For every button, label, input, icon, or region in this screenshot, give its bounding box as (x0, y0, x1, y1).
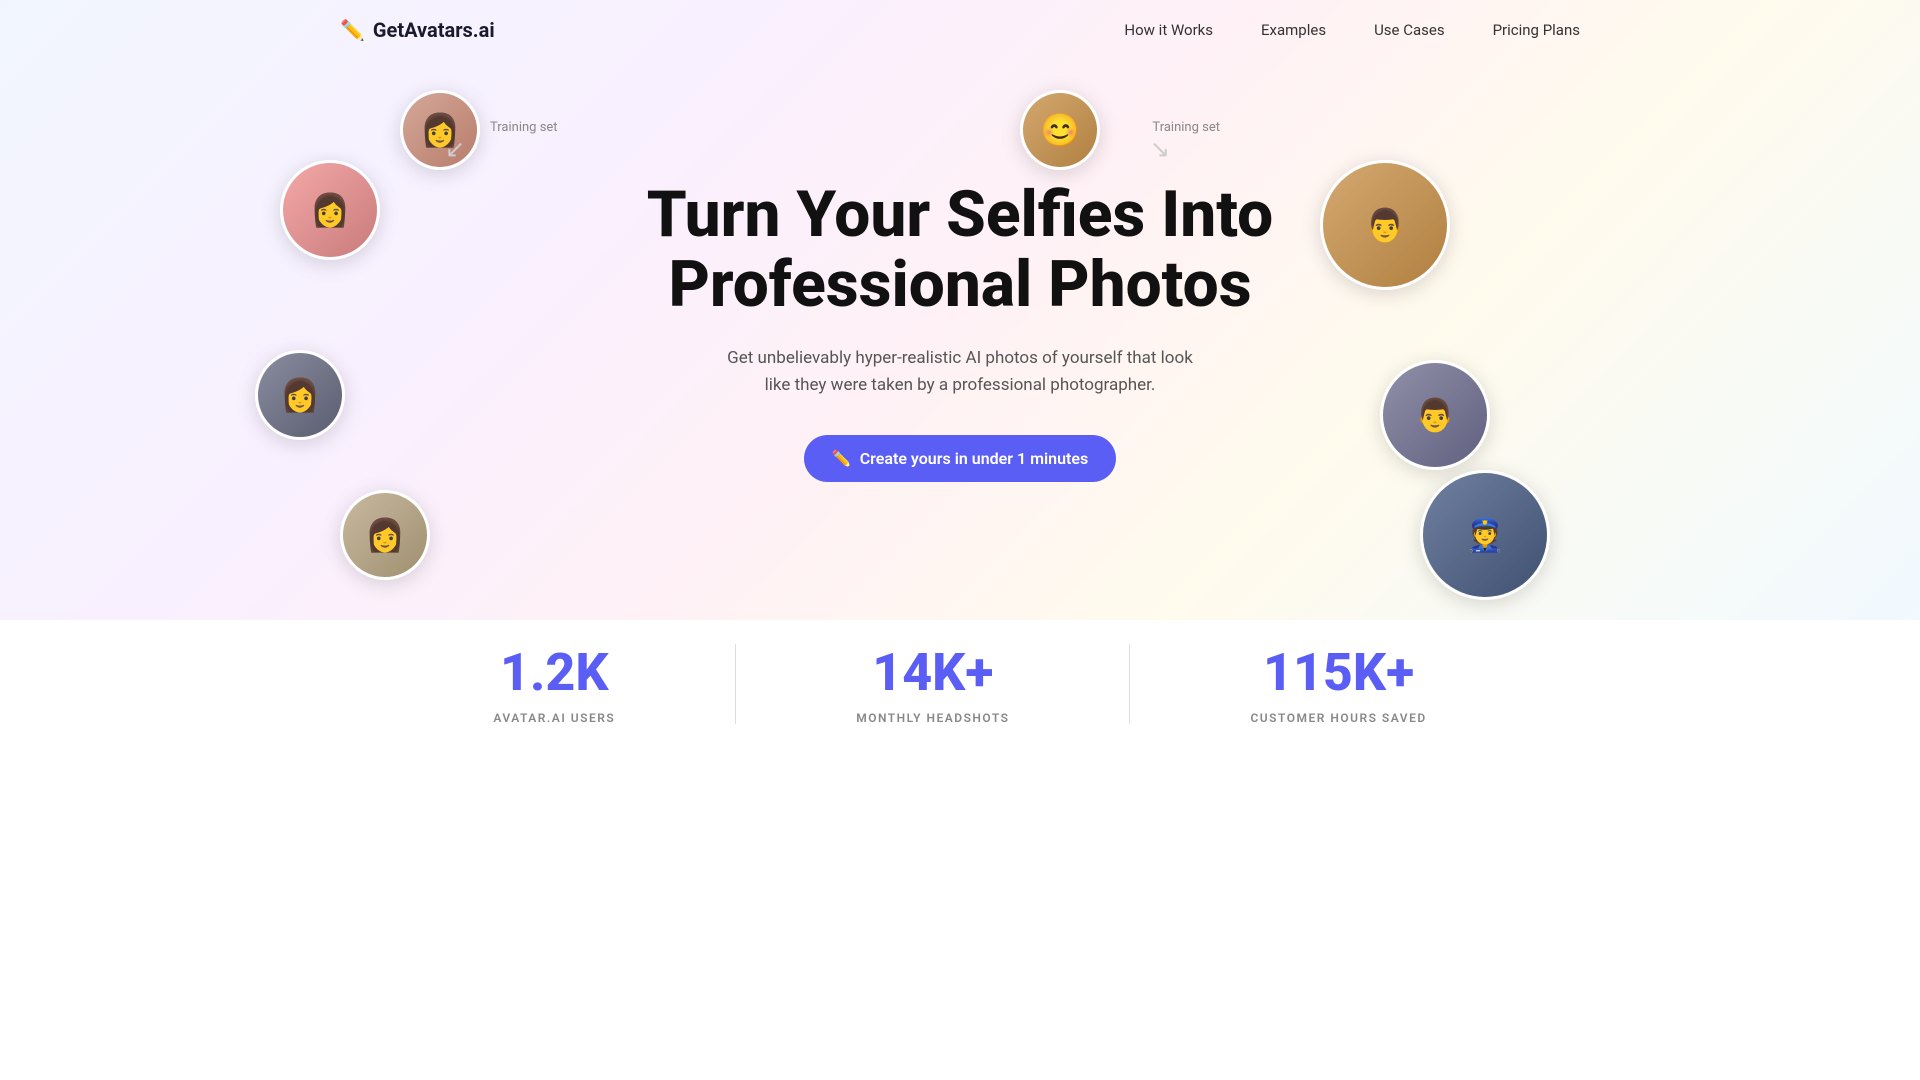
cta-label: Create yours in under 1 minutes (860, 449, 1089, 468)
avatar-face-2: 👩 (403, 93, 477, 167)
logo-text: GetAvatars.ai (373, 18, 495, 42)
hero-content: Turn Your Selfies Into Professional Phot… (647, 180, 1274, 482)
avatar-face-3: 👩 (258, 353, 342, 437)
cta-button[interactable]: ✏️ Create yours in under 1 minutes (804, 435, 1116, 482)
stat-headshots-label: MONTHLY HEADSHOTS (856, 711, 1009, 725)
avatar-training-left-photo: 👩 (400, 90, 480, 170)
arrow-left: ↙ (445, 135, 465, 163)
training-label-right: Training set (1152, 120, 1220, 135)
avatar-face-7: 👨 (1383, 363, 1487, 467)
avatar-right-large: 👨 (1320, 160, 1450, 290)
stats-section: 1.2K AVATAR.AI USERS 14K+ MONTHLY HEADSH… (0, 562, 1920, 825)
hero-title: Turn Your Selfies Into Professional Phot… (647, 180, 1274, 321)
hero-subtitle: Get unbelievably hyper-realistic AI phot… (720, 345, 1200, 399)
avatar-training-right-photo: 😊 (1020, 90, 1100, 170)
stat-users-label: AVATAR.AI USERS (493, 711, 615, 725)
hero-section: 👩 👩 Training set ↙ 👩 👩 👨 😊 Training set … (0, 60, 1920, 562)
nav-links: How it Works Examples Use Cases Pricing … (1124, 21, 1580, 39)
avatar-right-middle: 👨 (1380, 360, 1490, 470)
stat-hours-label: CUSTOMER HOURS SAVED (1250, 711, 1426, 725)
training-label-left: Training set (490, 120, 558, 135)
nav-pricing-plans[interactable]: Pricing Plans (1493, 21, 1580, 39)
navbar: ✏️ GetAvatars.ai How it Works Examples U… (0, 0, 1920, 60)
stat-hours-number: 115K+ (1263, 642, 1414, 703)
stat-hours: 115K+ CUSTOMER HOURS SAVED (1130, 622, 1546, 745)
stat-headshots-number: 14K+ (872, 642, 993, 703)
logo-link[interactable]: ✏️ GetAvatars.ai (340, 18, 495, 42)
arrow-right: ↘ (1150, 135, 1170, 163)
avatar-left-middle: 👩 (255, 350, 345, 440)
avatar-face-5: 👨 (1323, 163, 1447, 287)
logo-icon: ✏️ (340, 18, 365, 42)
stat-headshots: 14K+ MONTHLY HEADSHOTS (736, 622, 1129, 745)
nav-how-it-works[interactable]: How it Works (1124, 21, 1213, 39)
stat-users: 1.2K AVATAR.AI USERS (373, 622, 735, 745)
nav-use-cases[interactable]: Use Cases (1374, 21, 1445, 39)
nav-examples[interactable]: Examples (1261, 21, 1326, 39)
avatar-left-large: 👩 (280, 160, 380, 260)
cta-icon: ✏️ (832, 449, 852, 468)
avatar-face-1: 👩 (283, 163, 377, 257)
avatar-face-6: 😊 (1023, 93, 1097, 167)
stat-users-number: 1.2K (500, 642, 609, 703)
